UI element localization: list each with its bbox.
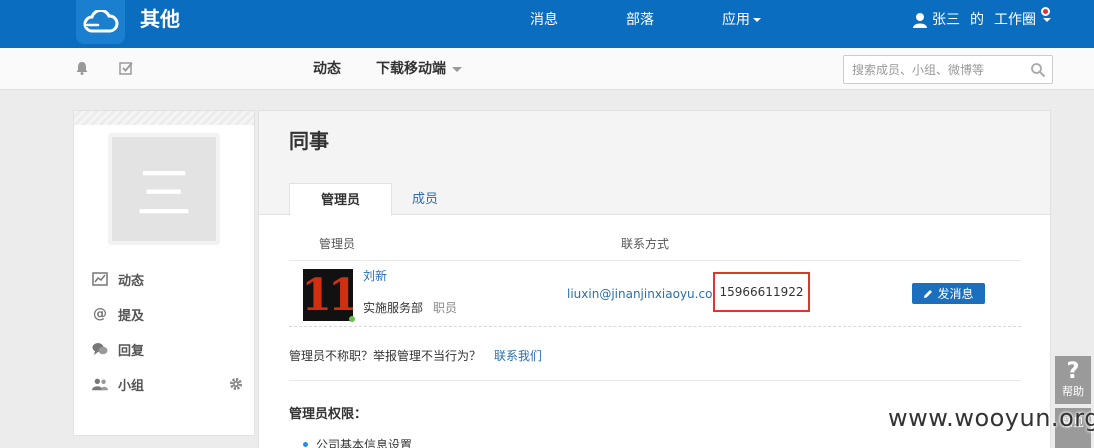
chart-icon [92,271,108,287]
divider [289,326,1021,327]
admin-name-link[interactable]: 刘新 [363,267,387,284]
chevron-down-icon [1043,18,1051,22]
sidebar-item-label: 动态 [118,273,145,289]
download-mobile-label: 下载移动端 [376,61,446,77]
sidebar-decoration [74,111,254,125]
left-sidebar: 三 动态 @ 提及 回复 小组 [73,110,255,436]
bell-icon[interactable] [74,60,90,76]
top-bar: 其他 消息 部落 应用 张三 的 工作圈 [0,0,1094,48]
sidebar-item-label: 小组 [118,378,145,394]
help-button[interactable]: ? 帮助 [1055,356,1091,404]
pencil-icon [924,289,933,298]
bullet-icon [303,442,308,447]
tab-members[interactable]: 成员 [405,183,445,216]
cloud-logo-icon[interactable] [76,0,125,44]
question-icon: ? [1066,359,1080,384]
chevron-down-icon [753,18,761,22]
nav-apps-label: 应用 [722,12,750,28]
chevron-down-icon [452,66,462,72]
sidebar-item-label: 提及 [118,308,145,324]
admin-avatar[interactable]: 11 [303,269,353,321]
divider [289,260,1021,261]
admin-email-link[interactable]: liuxin@jinanjinxiaoyu.com [567,287,724,301]
sidebar-item-dynamics[interactable]: 动态 [92,269,144,289]
sidebar-item-label: 回复 [118,343,145,359]
online-status-icon [349,316,355,322]
permission-item: 公司基本信息设置 [303,436,412,448]
admin-phone-highlight: 15966611922 [713,272,810,312]
sidebar-item-groups[interactable]: 小组 [92,374,144,394]
admin-avatar-text: 11 [303,269,353,321]
chat-icon [92,341,108,357]
notification-badge [1041,7,1050,16]
tab-admins[interactable]: 管理员 [289,183,392,216]
user-workspace: 工作圈 [994,12,1036,28]
search-icon[interactable] [1030,62,1046,78]
search-input[interactable] [844,56,1024,83]
user-menu[interactable]: 张三 的 工作圈 [912,10,1051,30]
nav-messages[interactable]: 消息 [530,10,558,30]
gear-icon[interactable] [229,377,243,391]
user-connector: 的 [970,12,984,28]
sidebar-item-replies[interactable]: 回复 [92,339,144,359]
report-text: 管理员不称职？举报管理不当行为？ [289,349,482,363]
at-icon: @ [93,306,107,322]
send-message-button[interactable]: 发消息 [912,283,985,304]
contact-us-link[interactable]: 联系我们 [494,347,542,364]
permissions-title: 管理员权限： [289,407,368,422]
search-box [843,55,1053,84]
user-icon [913,13,927,28]
nav-tribe[interactable]: 部落 [626,10,654,30]
permission-item-label: 公司基本信息设置 [316,438,413,448]
page-title: 同事 [289,129,329,153]
subnav-dynamics[interactable]: 动态 [313,60,341,78]
group-icon [92,376,108,392]
app-title: 其他 [140,7,180,31]
subnav-download-mobile[interactable]: 下载移动端 [376,60,462,78]
user-avatar[interactable]: 三 [108,133,220,245]
task-check-icon[interactable] [118,60,134,76]
watermark: www.wooyun.org [888,404,1094,432]
admin-department: 实施服务部 [363,301,424,315]
admin-job-title: 职员 [433,301,458,315]
sidebar-item-mentions[interactable]: @ 提及 [92,304,144,324]
nav-apps[interactable]: 应用 [722,10,761,30]
column-header-admin: 管理员 [319,237,356,251]
main-panel: 同事 管理员 成员 管理员 联系方式 11 刘新 实施服务部 职员 liuxin… [258,110,1051,448]
help-label: 帮助 [1062,385,1084,398]
column-header-contact: 联系方式 [621,237,670,251]
divider [289,380,1021,381]
send-message-label: 发消息 [937,287,974,301]
user-name: 张三 [932,12,960,28]
